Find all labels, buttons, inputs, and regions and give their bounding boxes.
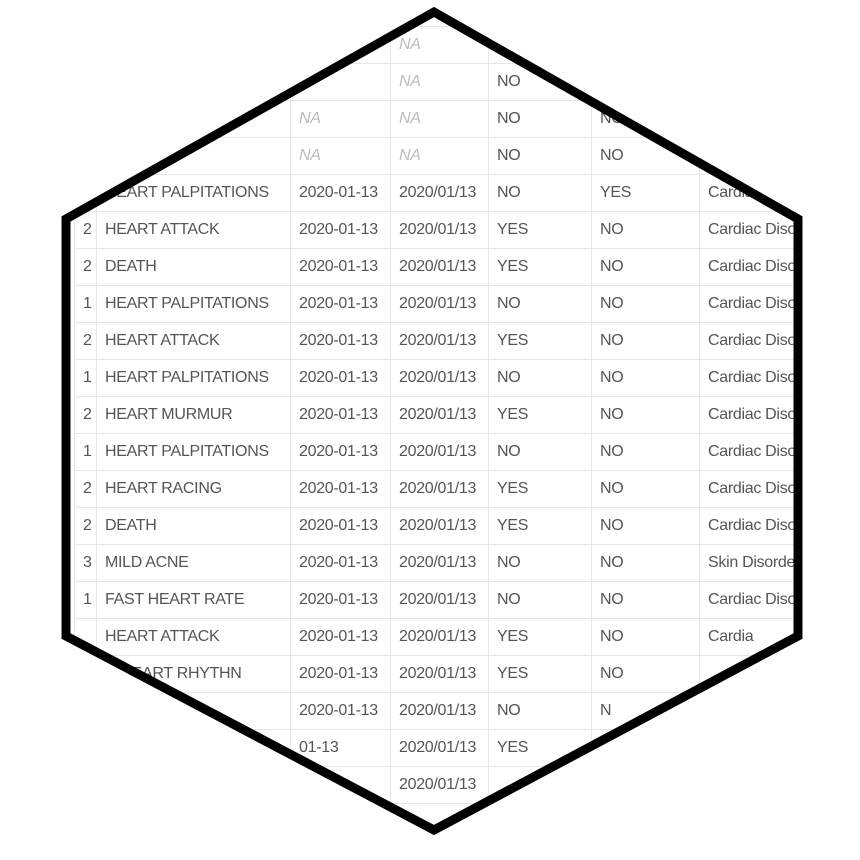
hexagon-outline bbox=[61, 6, 803, 836]
hexagon-crop-image: NA NA NO NA NA NO NO E EVENTS NA NA NO NO HEART PALP… bbox=[0, 0, 860, 860]
hexagon-frame bbox=[61, 6, 803, 836]
